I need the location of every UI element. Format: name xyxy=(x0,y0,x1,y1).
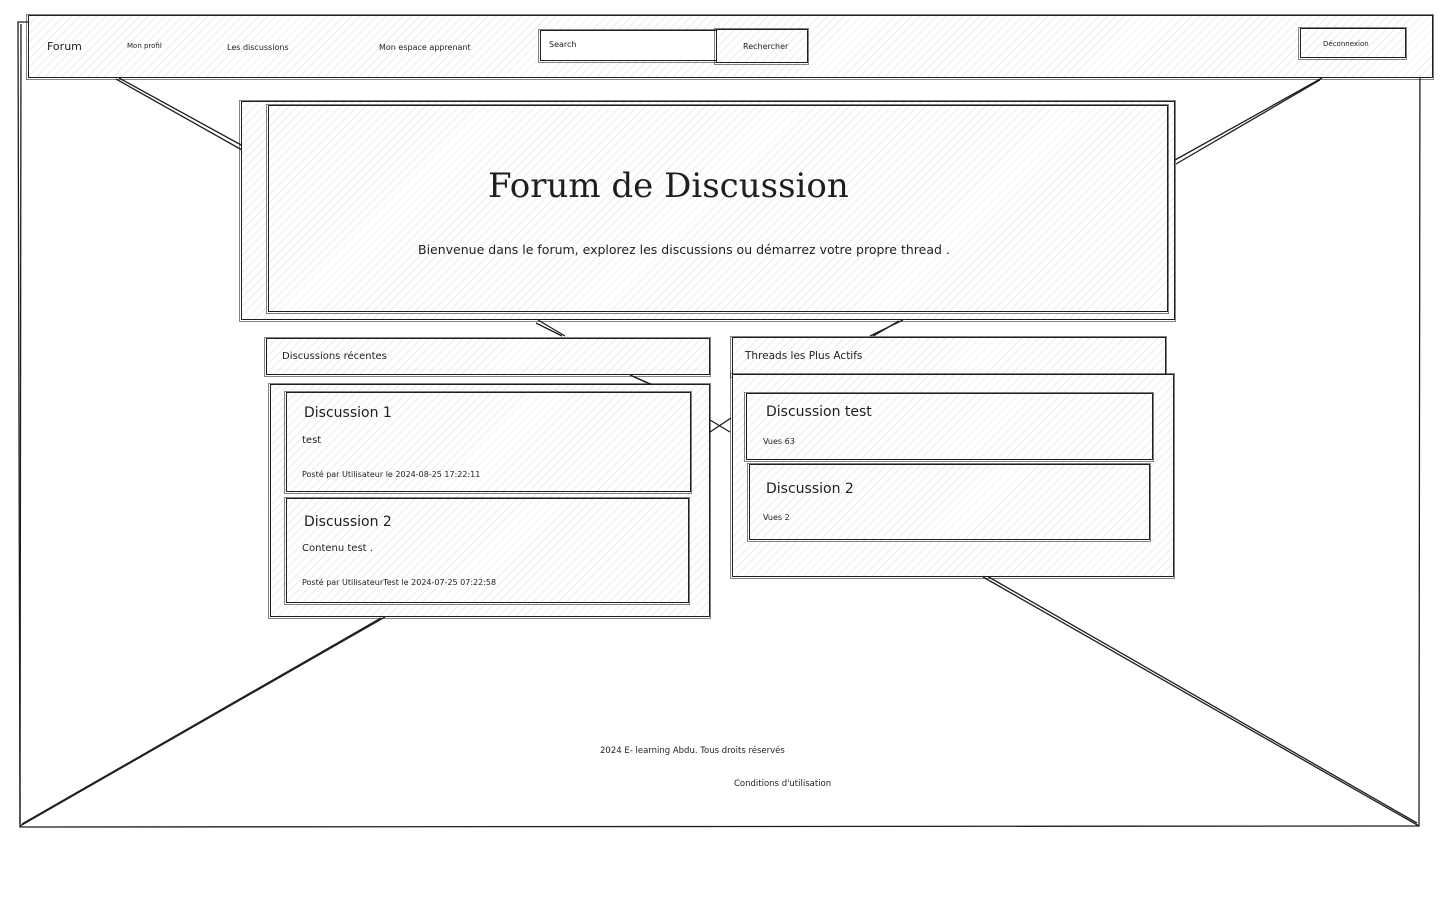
footer-copyright: 2024 E- learning Abdu. Tous droits réser… xyxy=(600,746,785,756)
discussion-meta: Posté par Utilisateur le 2024-08-25 17:2… xyxy=(302,470,481,479)
nav-link-learner-space[interactable]: Mon espace apprenant xyxy=(379,43,471,52)
logout-button-label: Déconnexion xyxy=(1323,40,1369,48)
search-button-label: Rechercher xyxy=(743,42,789,51)
search-input[interactable]: Search xyxy=(538,29,719,63)
discussion-title: Discussion 1 xyxy=(304,405,392,421)
discussion-title: Discussion 2 xyxy=(304,514,392,530)
thread-views: Vues 2 xyxy=(763,513,790,522)
page-subtitle: Bienvenue dans le forum, explorez les di… xyxy=(418,242,950,257)
discussion-content: Contenu test . xyxy=(302,543,373,554)
active-section-header: Threads les Plus Actifs xyxy=(730,336,1167,378)
discussion-content: test xyxy=(302,435,322,446)
list-item[interactable]: Discussion 2 Contenu test . Posté par Ut… xyxy=(284,497,690,605)
logout-button[interactable]: Déconnexion xyxy=(1298,27,1407,60)
recent-section-header: Discussions récentes xyxy=(264,337,711,377)
thread-title: Discussion test xyxy=(766,404,872,420)
recent-section-title: Discussions récentes xyxy=(282,351,387,362)
list-item[interactable]: Discussion 1 test Posté par Utilisateur … xyxy=(284,391,692,494)
search-placeholder: Search xyxy=(549,40,577,49)
page-title: Forum de Discussion xyxy=(488,166,849,206)
thread-views: Vues 63 xyxy=(763,437,795,446)
active-section-title: Threads les Plus Actifs xyxy=(745,350,863,362)
hero-inner-frame xyxy=(266,104,1169,314)
nav-link-discussions[interactable]: Les discussions xyxy=(227,43,289,52)
footer-terms-link[interactable]: Conditions d'utilisation xyxy=(734,779,831,789)
list-item[interactable]: Discussion test Vues 63 xyxy=(744,392,1154,462)
thread-title: Discussion 2 xyxy=(766,481,854,497)
discussion-meta: Posté par UtilisateurTest le 2024-07-25 … xyxy=(302,578,497,587)
brand-logo[interactable]: Forum xyxy=(47,40,82,53)
search-button[interactable]: Rechercher xyxy=(714,28,809,65)
list-item[interactable]: Discussion 2 Vues 2 xyxy=(747,463,1151,542)
nav-link-profile[interactable]: Mon profil xyxy=(127,42,162,50)
